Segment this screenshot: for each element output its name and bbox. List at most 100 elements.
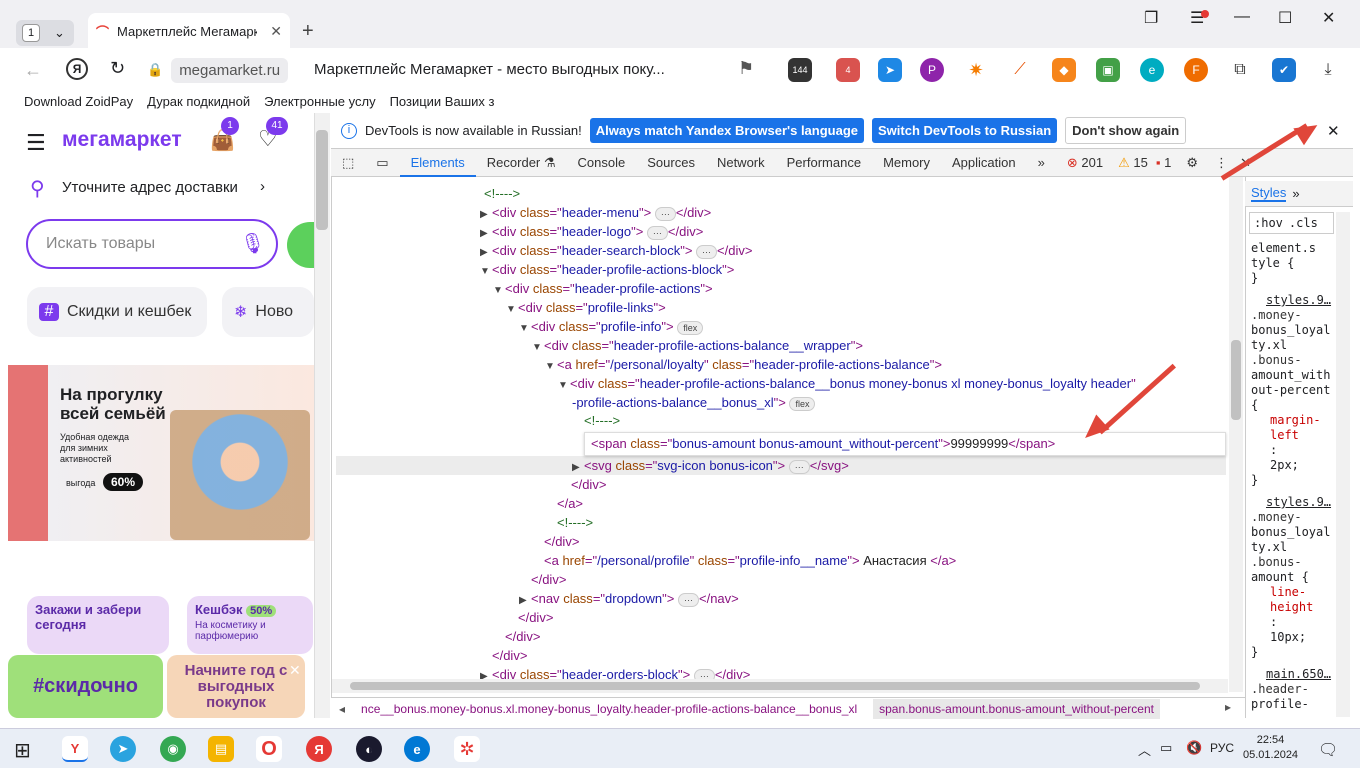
style-rule-line[interactable]: left [1270,428,1299,443]
browser-tab[interactable]: ⌒ Маркетплейс Мегамаркет ✕ [88,13,290,49]
dom-node-line[interactable]: </div> [505,627,540,646]
send-ext-icon[interactable]: ➤ [878,58,902,82]
info-count[interactable]: ▪ 1 [1152,149,1175,177]
style-rule-line[interactable]: amount { [1251,570,1309,585]
site-logo[interactable]: мегамаркет [62,128,182,152]
reload-icon[interactable]: ↻ [110,58,125,79]
tree-v-scrollbar[interactable] [1229,177,1243,692]
breadcrumb-forward-icon[interactable]: ▸ [1225,700,1231,714]
opera-icon[interactable]: O [256,736,282,762]
style-rule-line[interactable]: 10px; [1270,630,1306,645]
style-rule-line[interactable]: : [1270,615,1277,630]
promo-pickup-card[interactable]: Закажи и забери сегодня [27,596,169,654]
tray-volume-icon[interactable]: 🔇 [1186,740,1202,756]
metamask-ext-icon[interactable]: ◆ [1052,58,1076,82]
device-toggle-icon[interactable]: ▭ [365,149,399,177]
bookmark-panel-icon[interactable]: ❐ [1144,8,1158,28]
star-ext-icon[interactable]: ✷ [964,58,988,82]
bookmark-item[interactable]: Позиции Ваших з [390,94,495,109]
telegram-icon[interactable]: ➤ [110,736,136,762]
style-rule-line[interactable]: .bonus- [1251,555,1302,570]
style-rule-line[interactable]: amount_with [1251,368,1330,383]
tray-network-icon[interactable]: ▭ [1160,740,1172,756]
bookmark-item[interactable]: Электронные услу [264,94,375,109]
style-rule-line[interactable]: tyle { [1251,256,1294,271]
dom-node-line[interactable]: ▼ <a href="/personal/loyalty" class="head… [545,355,942,374]
dom-node-line[interactable]: </div> [571,475,606,494]
tab-console[interactable]: Console [567,149,637,177]
style-rule-line[interactable]: profile- [1251,697,1309,712]
lines-ext-icon[interactable]: ⟋ [1008,58,1032,82]
more-panes-icon[interactable]: » [1292,186,1299,201]
tab-sources[interactable]: Sources [636,149,706,177]
dom-node-line[interactable]: </div> [544,532,579,551]
security-ext-icon[interactable]: ✔ [1272,58,1296,82]
dom-node-line[interactable]: </a> [557,494,583,513]
chrome-icon[interactable]: ◉ [160,736,186,762]
back-icon[interactable]: ← [24,60,42,81]
style-rule-line[interactable]: } [1251,271,1258,286]
p-ext-icon[interactable]: P [920,58,944,82]
tab-elements[interactable]: Elements [399,149,476,177]
dom-node-line[interactable]: -profile-actions-balance__bonus_xl"> fle… [572,393,816,412]
style-rule-line[interactable]: { [1251,398,1258,413]
hamburger-menu-icon[interactable]: ☰ [26,130,46,156]
style-rule-line[interactable]: margin- [1270,413,1321,428]
minimize-icon[interactable]: — [1234,8,1250,26]
scrollbar-thumb[interactable] [316,130,328,230]
style-rule-line[interactable]: .header- [1251,682,1309,697]
skidochno-banner[interactable]: #скидочно [8,655,163,718]
dom-node-line[interactable]: ▼ <div class="header-profile-actions-bloc… [480,260,734,279]
dom-node-line[interactable]: </div> [531,570,566,589]
errors-count[interactable]: ⊗ 201 [1056,149,1114,177]
breadcrumb-back-icon[interactable]: ◂ [339,702,345,716]
f-ext-icon[interactable]: F [1184,58,1208,82]
dom-node-line[interactable]: ▶ <nav class="dropdown"> ··· </nav> [519,589,739,608]
tab-memory[interactable]: Memory [872,149,941,177]
tab-performance[interactable]: Performance [776,149,872,177]
bookmark-icon[interactable]: ⚑ [738,58,754,79]
dom-node-line[interactable]: ▼ <div class="header-profile-actions"> [493,279,713,298]
style-rule-line[interactable]: } [1251,473,1258,488]
hov-toggle[interactable]: :hov [1254,216,1283,230]
puzzle-ext-icon[interactable]: ⧉ [1228,58,1252,82]
style-rule-line[interactable]: bonus_loyal [1251,525,1330,540]
maximize-icon[interactable]: ☐ [1278,8,1292,28]
h-scrollbar-thumb[interactable] [350,682,1200,690]
tab-styles[interactable]: Styles [1251,185,1287,202]
dom-node-line[interactable]: </div> [518,608,553,627]
dom-node-line[interactable]: ▼ <div class="profile-info"> flex [519,317,704,336]
edge-ext-icon[interactable]: e [1140,58,1164,82]
dom-node-line[interactable]: ▼ <div class="header-profile-actions-bala… [558,374,1136,393]
url-field[interactable]: 🔒 megamarket.ru [147,55,303,85]
new-tab-icon[interactable]: + [302,20,314,43]
notifications-icon[interactable]: 🗨 [1318,740,1338,760]
dom-node-line[interactable]: <!----> [484,184,520,203]
dom-node-line[interactable]: <a href="/personal/profile" class="profi… [544,551,956,570]
switch-russian-button[interactable]: Switch DevTools to Russian [872,118,1058,143]
style-rule-line[interactable]: ty.xl [1251,338,1287,353]
new-year-popup[interactable]: Начните год с выгодных покупок [167,655,305,718]
popup-close-icon[interactable]: ✕ [289,662,301,679]
breadcrumb-item[interactable]: nce__bonus.money-bonus.xl.money-bonus_lo… [361,702,857,716]
network-app-icon[interactable]: ✲ [454,736,480,762]
dom-node-line[interactable]: ▶ <svg class="svg-icon bonus-icon"> ··· </… [572,456,849,475]
yandex-app-icon[interactable]: Я [306,736,332,762]
style-rule-line[interactable]: height [1270,600,1313,615]
dom-node-line[interactable]: ▼ <div class="header-profile-actions-bala… [532,336,863,355]
windows-start-icon[interactable]: ⊞ [14,738,31,763]
dom-node-line[interactable]: ▶ <div class="header-search-block"> ··· </… [480,241,752,260]
close-window-icon[interactable]: ✕ [1322,8,1335,28]
bookmark-item[interactable]: Download ZoidPay [24,94,133,109]
settings-icon[interactable]: ⚙ [1175,149,1209,177]
style-rule-line[interactable]: : [1270,443,1277,458]
tab-count-button[interactable]: 1 ⌄ [16,20,74,46]
style-rule-line[interactable]: element.s [1251,241,1316,256]
style-rule-line[interactable]: styles.9… [1266,293,1331,308]
clock[interactable]: 22:54 05.01.2024 [1243,733,1298,763]
tab-recorder[interactable]: Recorder ⚗ [476,149,567,177]
bookmark-item[interactable]: Дурак подкидной [147,94,250,109]
style-rule-line[interactable]: } [1251,645,1258,660]
edge-icon[interactable]: e [404,736,430,762]
yandex-taskbar-icon[interactable]: Y [62,736,88,762]
